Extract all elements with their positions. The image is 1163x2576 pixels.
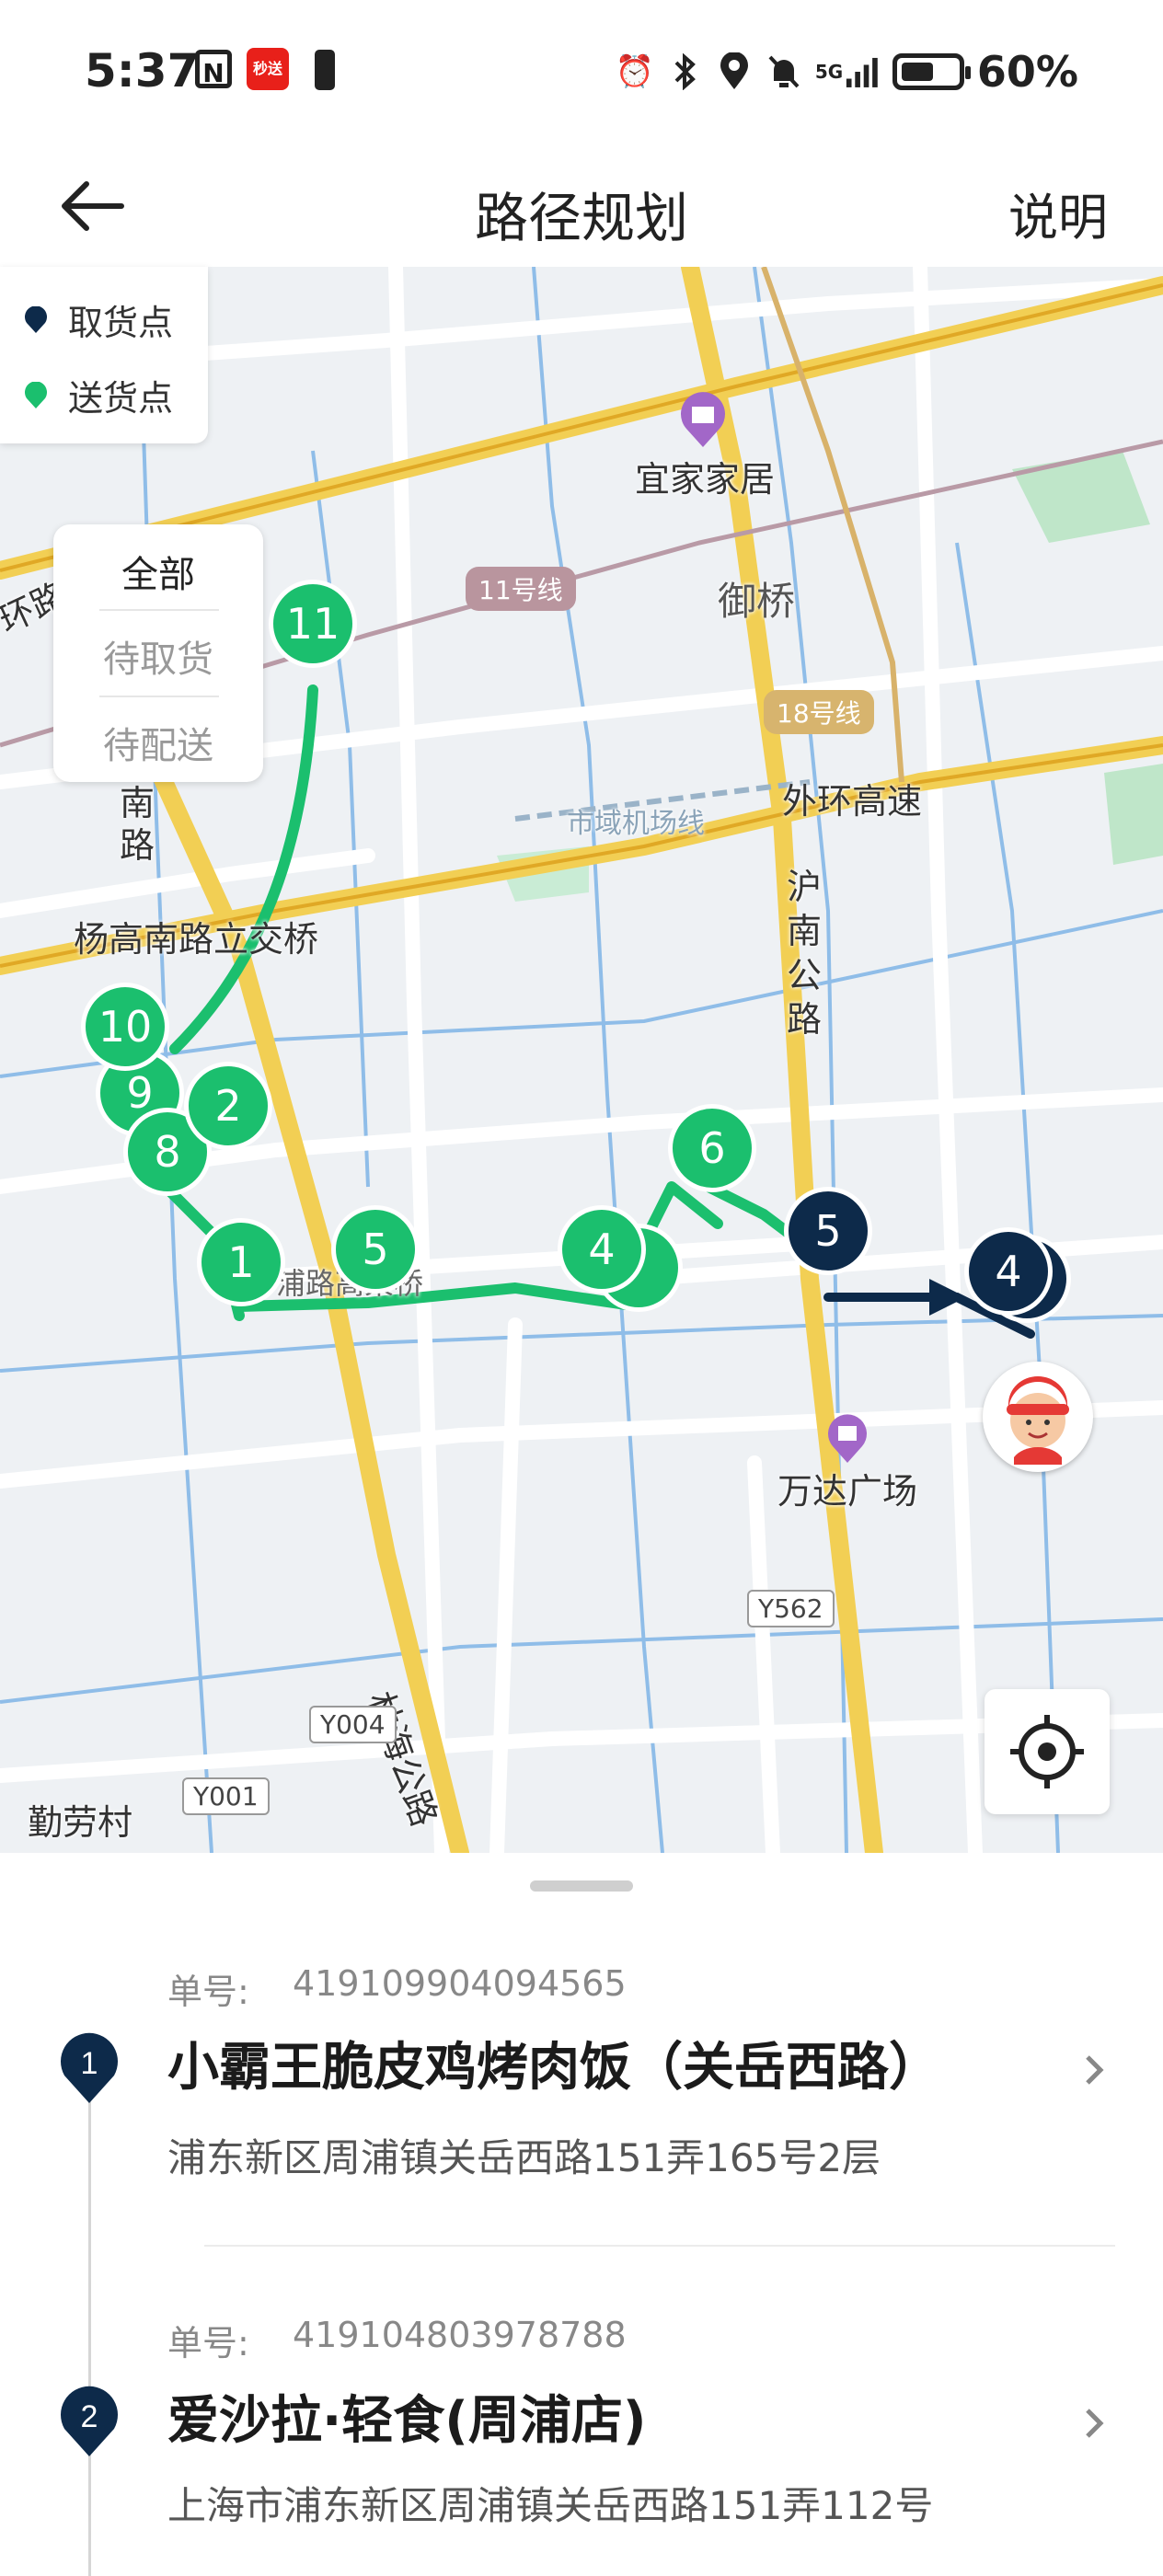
battery-percentage: 60% [976,47,1078,97]
sheet-drag-handle[interactable] [530,1880,633,1892]
page-title: 路径规划 [474,187,688,249]
marker-number: 4 [588,1225,616,1274]
legend-delivery-label: 送货点 [68,378,174,419]
metro-line-11-tag: 11号线 [466,567,576,611]
delivery-marker-4[interactable]: 4 [558,1205,646,1294]
route-map[interactable]: 宜家家居 御桥 外环高速 沪南公路 杨高南路立交桥 南路 万达广场 林海公路 勤… [0,267,1163,1853]
marker-number: 5 [362,1225,389,1274]
delivery-marker-1[interactable]: 1 [197,1218,285,1306]
pickup-pin-icon: 1 [61,2032,118,2103]
app-notification-icon: 秒送 [247,48,289,90]
shop-name: 爱沙拉·轻食(周浦店) [167,2391,647,2451]
map-label-yijia: 宜家家居 [635,459,776,500]
rider-avatar[interactable] [983,1362,1093,1472]
battery-saver-icon [315,50,335,90]
shop-name: 小霸王脆皮鸡烤肉饭（关岳西路） [167,2038,940,2098]
order-divider [204,2245,1115,2247]
status-bar: 5:37 N 秒送 ⏰ 5G 60% [0,0,1163,138]
explain-button[interactable]: 说明 [1008,177,1108,249]
order-number: 419104803978788 [293,2315,627,2355]
legend-delivery: 送货点 [24,370,173,420]
network-label: 5G [814,61,844,83]
marker-number: 11 [285,599,340,649]
map-label-yanggao-bridge: 杨高南路立交桥 [74,919,319,960]
order-number-label: 单号: [167,1972,249,2012]
map-label-hunan: 沪南公路 [787,867,823,1040]
filter-option-all[interactable]: 全部 [53,545,263,598]
location-icon [716,52,753,90]
road-tag-y001: Y001 [182,1777,270,1815]
delivery-marker-6[interactable]: 6 [668,1104,756,1192]
battery-icon [892,53,971,90]
locate-button[interactable] [985,1689,1110,1814]
bluetooth-icon [666,53,703,90]
marker-number: 1 [227,1237,255,1287]
metro-line-18-tag: 18号线 [764,690,874,734]
filter-divider [99,609,219,611]
map-label-yanggao: 南路 [120,783,155,866]
map-legend: 取货点 送货点 [0,267,208,443]
map-label-yuqiao: 御桥 [718,579,796,624]
order-item[interactable]: 单号: 419104803978788 2 爱沙拉·轻食(周浦店) 上海市浦东新… [0,2304,1163,2576]
map-label-waihuan: 外环高速 [782,781,923,822]
order-index: 2 [81,2399,98,2434]
chevron-right-icon[interactable] [1077,2405,1113,2442]
pickup-marker-4[interactable]: 4 [964,1227,1053,1316]
delivery-pin-icon [25,381,47,408]
filter-option-pending-pickup[interactable]: 待取货 [53,629,263,683]
order-number-label: 单号: [167,2323,249,2363]
order-index: 1 [81,2046,98,2081]
marker-number: 6 [698,1123,726,1173]
marker-number: 2 [214,1081,242,1131]
status-time: 5:37 [85,44,200,98]
marker-number: 8 [154,1127,181,1177]
delivery-marker-5[interactable]: 5 [331,1205,420,1294]
legend-pickup: 取货点 [24,294,173,345]
chevron-right-icon[interactable] [1077,2052,1113,2088]
map-canvas [0,267,1163,1853]
nfc-icon: N [195,50,232,88]
map-label-qinlao: 勤劳村 [28,1802,133,1843]
alarm-icon: ⏰ [615,53,655,90]
map-label-wanda: 万达广场 [777,1471,918,1512]
order-item[interactable]: 单号: 419109904094565 1 小霸王脆皮鸡烤肉饭（关岳西路） 浦东… [0,1950,1163,2226]
mall-poi-icon[interactable] [824,1409,870,1465]
crosshair-icon [1010,1715,1084,1788]
rider-icon [1007,1376,1069,1465]
delivery-marker-2[interactable]: 2 [184,1062,272,1150]
legend-pickup-label: 取货点 [68,303,174,343]
map-label-airport-line: 市域机场线 [567,808,705,840]
marker-number: 10 [98,1002,153,1052]
app-header: 路径规划 说明 [0,138,1163,267]
signal-icon: 5G [815,53,880,90]
filter-option-pending-delivery[interactable]: 待配送 [53,716,263,769]
shop-address: 上海市浦东新区周浦镇关岳西路151弄112号 [167,2483,934,2528]
marker-number: 5 [814,1206,842,1256]
road-tag-y562: Y562 [747,1590,835,1627]
filter-divider [99,696,219,697]
shop-address: 浦东新区周浦镇关岳西路151弄165号2层 [167,2135,881,2180]
status-filter-menu: 全部 待取货 待配送 [53,524,263,782]
delivery-marker-11[interactable]: 11 [269,580,357,668]
shop-poi-icon[interactable] [677,388,729,449]
delivery-marker-10[interactable]: 10 [81,983,169,1071]
pickup-marker-5[interactable]: 5 [784,1187,872,1275]
order-number: 419109904094565 [293,1963,627,2004]
pickup-pin-icon [25,305,47,333]
pickup-pin-icon: 2 [61,2386,118,2456]
road-tag-y004: Y004 [309,1706,397,1743]
marker-number: 4 [995,1247,1022,1296]
mute-icon [766,53,802,90]
